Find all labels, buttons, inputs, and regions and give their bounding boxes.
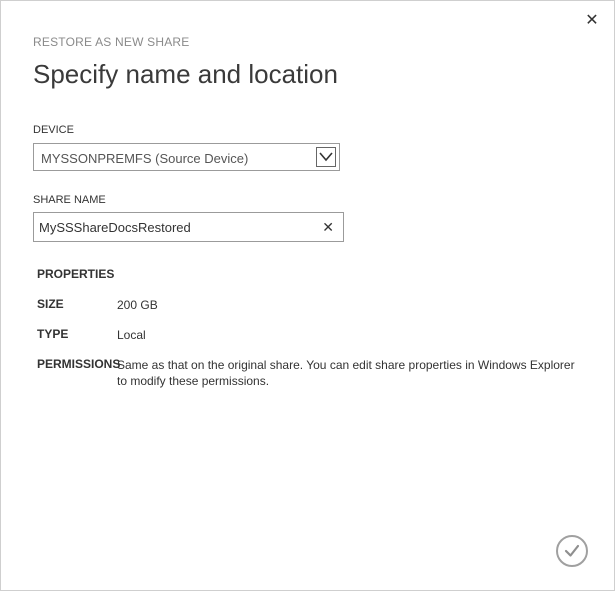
share-name-input[interactable] [39, 217, 309, 237]
size-key: SIZE [37, 297, 64, 311]
device-select-value[interactable]: MYSSONPREMFS (Source Device) [41, 151, 248, 166]
type-value: Local [117, 328, 146, 342]
permissions-value: Same as that on the original share. You … [117, 358, 575, 388]
type-key: TYPE [37, 327, 69, 341]
checkmark-icon[interactable] [558, 537, 586, 565]
device-label: DEVICE [33, 124, 74, 136]
properties-heading: PROPERTIES [37, 267, 115, 281]
clear-icon[interactable]: ✕ [322, 219, 334, 235]
wizard-eyebrow: RESTORE AS NEW SHARE [33, 35, 190, 49]
size-value: 200 GB [117, 298, 158, 312]
permissions-key: PERMISSIONS [37, 357, 121, 371]
chevron-down-icon[interactable] [316, 147, 336, 167]
restore-share-dialog: ✕ RESTORE AS NEW SHARE Specify name and … [0, 0, 615, 591]
close-icon[interactable]: ✕ [585, 12, 598, 29]
confirm-button[interactable] [556, 535, 588, 567]
share-name-label: SHARE NAME [33, 194, 106, 206]
close-button[interactable]: ✕ [584, 13, 600, 29]
share-name-field[interactable]: ✕ [33, 212, 344, 242]
device-select[interactable]: MYSSONPREMFS (Source Device) [33, 143, 340, 171]
page-title: Specify name and location [33, 59, 338, 89]
